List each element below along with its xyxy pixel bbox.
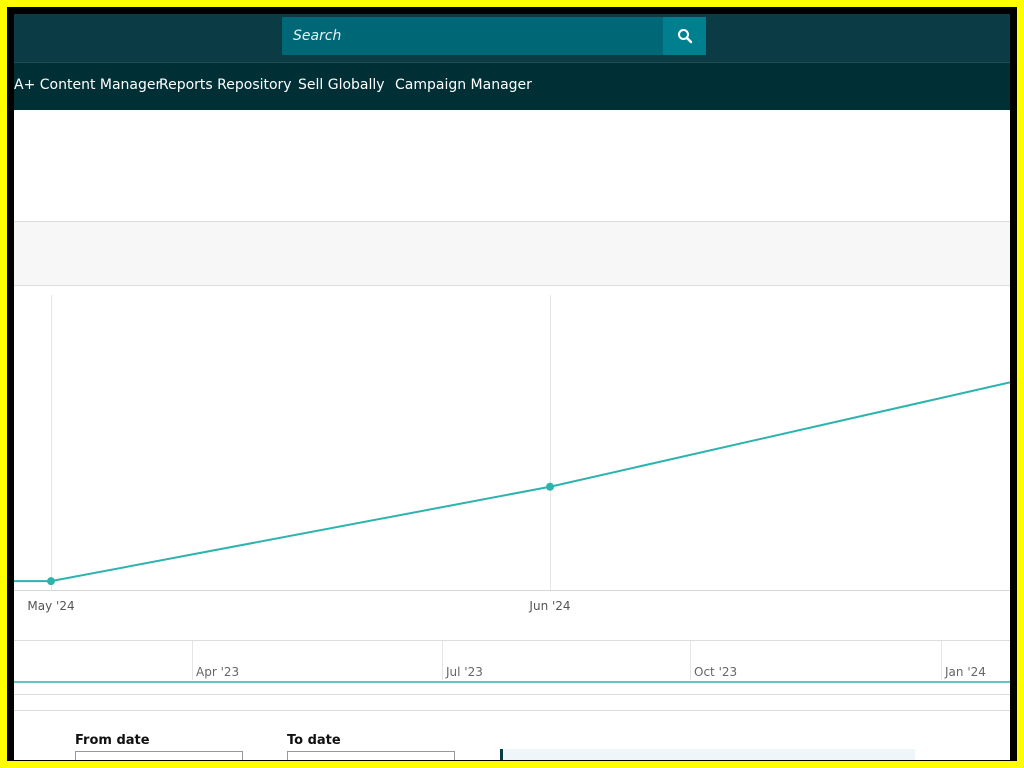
to-date-label: To date — [287, 733, 341, 748]
search-icon — [677, 29, 692, 44]
nav-item-sell-globally[interactable]: Sell Globally — [298, 77, 385, 93]
date-range-form: From date To date — [14, 710, 1010, 760]
nav-item-reports-repository[interactable]: Reports Repository — [159, 77, 292, 93]
screen: A+ Content Manager Reports Repository Se… — [14, 14, 1010, 760]
top-bar — [14, 14, 1010, 62]
range-navigator[interactable]: Apr '23 Jul '23 Oct '23 Jan '24 — [14, 640, 1010, 696]
search-input[interactable] — [282, 17, 663, 55]
series-0-point-0 — [47, 577, 55, 586]
range-navigator-svg: Apr '23 Jul '23 Oct '23 Jan '24 — [14, 640, 1010, 695]
series-0-line — [14, 381, 1010, 583]
navigator-tick-label-1: Jul '23 — [445, 665, 483, 679]
info-panel — [500, 749, 915, 760]
x-tick-label-0: May '24 — [27, 599, 74, 613]
from-date-label: From date — [75, 733, 150, 748]
from-date-input[interactable] — [75, 751, 243, 760]
navigator-tick-label-2: Oct '23 — [694, 665, 737, 679]
x-tick-label-1: Jun '24 — [528, 599, 570, 613]
line-chart: May '24 Jun '24 — [14, 285, 1010, 621]
main-navigation: A+ Content Manager Reports Repository Se… — [14, 62, 1010, 110]
series-0-point-1 — [546, 482, 554, 491]
navigator-tick-label-0: Apr '23 — [196, 665, 239, 679]
chart-toolbar-band — [14, 221, 1010, 286]
line-chart-svg: May '24 Jun '24 — [14, 295, 1010, 613]
content-header-area — [14, 110, 1010, 221]
to-date-input[interactable] — [287, 751, 455, 760]
nav-item-a-plus-content-manager[interactable]: A+ Content Manager — [14, 77, 161, 93]
search-bar — [282, 17, 706, 55]
search-button[interactable] — [663, 17, 706, 55]
navigator-tick-label-3: Jan '24 — [944, 665, 986, 679]
nav-item-campaign-manager[interactable]: Campaign Manager — [395, 77, 532, 93]
